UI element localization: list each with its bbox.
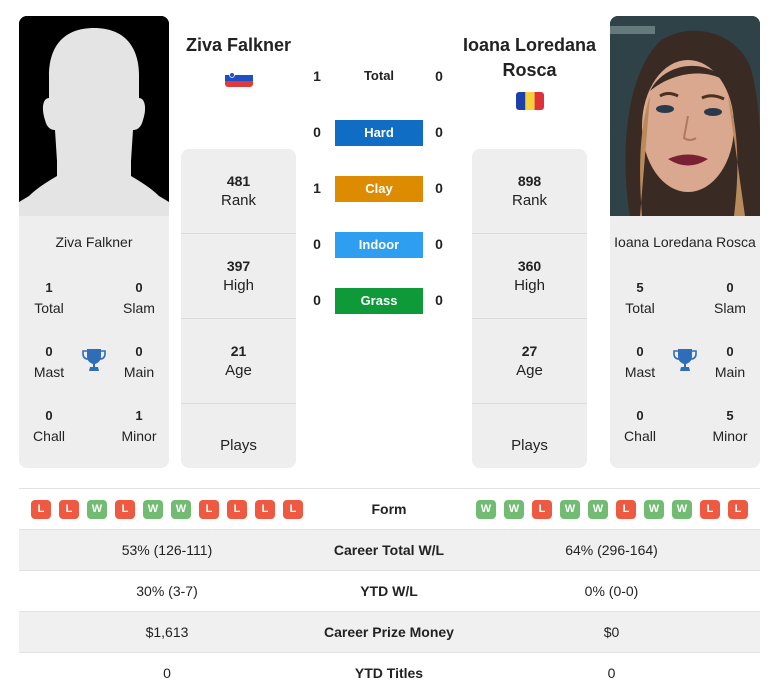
player2-plays: Plays xyxy=(511,437,548,454)
player2-career-wl: 64% (296-164) xyxy=(565,542,658,558)
form-win-badge[interactable]: W xyxy=(143,499,163,519)
portrait-image xyxy=(610,16,760,216)
player1-chall-titles: 0 Chall xyxy=(33,408,65,444)
table-row: 30% (3-7) YTD W/L 0% (0-0) xyxy=(19,570,760,611)
form-loss-badge[interactable]: L xyxy=(59,499,79,519)
player2-card-name: Ioana Loredana Rosca xyxy=(614,234,756,250)
romania-flag-icon xyxy=(516,92,544,110)
player2-mast-titles: 0 Mast xyxy=(624,344,656,380)
form-row: LLWLWWLLLL Form WWLWWLWWLL xyxy=(19,488,760,529)
form-loss-badge[interactable]: L xyxy=(728,499,748,519)
h2h-total-row: 1 Total 0 xyxy=(305,64,455,90)
row-label: YTD W/L xyxy=(360,583,418,599)
table-row: 53% (126-111) Career Total W/L 64% (296-… xyxy=(19,529,760,570)
table-row: 0 YTD Titles 0 xyxy=(19,652,760,693)
player1-rank: 481 Rank xyxy=(181,149,296,234)
player1-age: 21 Age xyxy=(181,319,296,404)
table-row: $1,613 Career Prize Money $0 xyxy=(19,611,760,652)
form-loss-badge[interactable]: L xyxy=(31,499,51,519)
player1-ranking-card: 481 Rank 397 High 21 Age Plays xyxy=(181,149,296,468)
player2-age: 27 Age xyxy=(472,319,587,404)
form-win-badge[interactable]: W xyxy=(672,499,692,519)
form-win-badge[interactable]: W xyxy=(504,499,524,519)
player1-titles-card: Ziva Falkner 1 Total 0 Slam 0 Mast 0 Mai… xyxy=(19,216,169,468)
form-label: Form xyxy=(371,501,407,517)
player1-total-titles: 1 Total xyxy=(34,280,64,316)
player1-main-titles: 0 Main xyxy=(123,344,155,380)
surface-grass-badge[interactable]: Grass xyxy=(335,288,423,314)
form-loss-badge[interactable]: L xyxy=(255,499,275,519)
h2h-indoor-row: 0 Indoor 0 xyxy=(305,232,455,258)
row-label: Career Total W/L xyxy=(333,542,445,558)
form-loss-badge[interactable]: L xyxy=(283,499,303,519)
h2h-total-label: Total xyxy=(363,68,395,83)
player1-mast-titles: 0 Mast xyxy=(33,344,65,380)
slovenia-flag-icon xyxy=(225,69,253,87)
form-loss-badge[interactable]: L xyxy=(616,499,636,519)
player2-ytd-titles: 0 xyxy=(607,665,616,681)
surface-clay-badge[interactable]: Clay xyxy=(335,176,423,202)
comparison-table: LLWLWWLLLL Form WWLWWLWWLL 53% (126-111)… xyxy=(19,488,760,693)
player1-ytd-titles: 0 xyxy=(163,665,171,681)
form-win-badge[interactable]: W xyxy=(171,499,191,519)
player1-minor-titles: 1 Minor xyxy=(121,408,157,444)
form-loss-badge[interactable]: L xyxy=(700,499,720,519)
player2-chall-titles: 0 Chall xyxy=(624,408,656,444)
player1-name-link[interactable]: Ziva Falkner xyxy=(180,33,297,58)
row-label: YTD Titles xyxy=(354,665,424,681)
form-win-badge[interactable]: W xyxy=(644,499,664,519)
h2h-clay-p1: 1 xyxy=(313,180,321,196)
player2-high: 360 High xyxy=(472,234,587,319)
surface-hard-badge[interactable]: Hard xyxy=(335,120,423,146)
h2h-clay-row: 1 Clay 0 xyxy=(305,176,455,202)
player2-ytd-wl: 0% (0-0) xyxy=(584,583,639,599)
player1-high: 397 High xyxy=(181,234,296,319)
player1-photo xyxy=(19,16,169,216)
form-win-badge[interactable]: W xyxy=(87,499,107,519)
h2h-grass-p1: 0 xyxy=(313,292,321,308)
player1-ytd-wl: 30% (3-7) xyxy=(136,583,198,599)
form-loss-badge[interactable]: L xyxy=(532,499,552,519)
player1-slam-titles: 0 Slam xyxy=(123,280,155,316)
silhouette-icon xyxy=(19,16,169,216)
player2-photo xyxy=(610,16,760,216)
player1-prize-money: $1,613 xyxy=(145,624,189,640)
player2-total-titles: 5 Total xyxy=(625,280,655,316)
form-win-badge[interactable]: W xyxy=(560,499,580,519)
player1-form: LLWLWWLLLL xyxy=(31,499,315,519)
h2h-indoor-p2: 0 xyxy=(435,236,443,252)
h2h-hard-p2: 0 xyxy=(435,124,443,140)
h2h-clay-p2: 0 xyxy=(435,180,443,196)
player1-career-wl: 53% (126-111) xyxy=(121,542,213,558)
trophy-icon xyxy=(673,349,697,371)
player2-name-link[interactable]: Ioana Loredana Rosca xyxy=(458,33,601,83)
h2h-total-p2: 0 xyxy=(435,68,443,84)
h2h-indoor-p1: 0 xyxy=(313,236,321,252)
h2h-grass-p2: 0 xyxy=(435,292,443,308)
form-loss-badge[interactable]: L xyxy=(115,499,135,519)
player2-main-titles: 0 Main xyxy=(714,344,746,380)
player2-titles-card: Ioana Loredana Rosca 5 Total 0 Slam 0 Ma… xyxy=(610,216,760,468)
player2-slam-titles: 0 Slam xyxy=(714,280,746,316)
h2h-hard-row: 0 Hard 0 xyxy=(305,120,455,146)
trophy-icon xyxy=(82,349,106,371)
player2-form: WWLWWLWWLL xyxy=(476,499,760,519)
form-win-badge[interactable]: W xyxy=(588,499,608,519)
player2-minor-titles: 5 Minor xyxy=(712,408,748,444)
player2-ranking-card: 898 Rank 360 High 27 Age Plays xyxy=(472,149,587,468)
h2h-total-p1: 1 xyxy=(313,68,321,84)
form-win-badge[interactable]: W xyxy=(476,499,496,519)
player1-card-name: Ziva Falkner xyxy=(55,234,133,250)
form-loss-badge[interactable]: L xyxy=(227,499,247,519)
player2-prize-money: $0 xyxy=(603,624,620,640)
player2-rank: 898 Rank xyxy=(472,149,587,234)
surface-indoor-badge[interactable]: Indoor xyxy=(335,232,423,258)
h2h-hard-p1: 0 xyxy=(313,124,321,140)
h2h-grass-row: 0 Grass 0 xyxy=(305,288,455,314)
row-label: Career Prize Money xyxy=(324,624,454,640)
form-loss-badge[interactable]: L xyxy=(199,499,219,519)
player1-plays: Plays xyxy=(220,437,257,454)
